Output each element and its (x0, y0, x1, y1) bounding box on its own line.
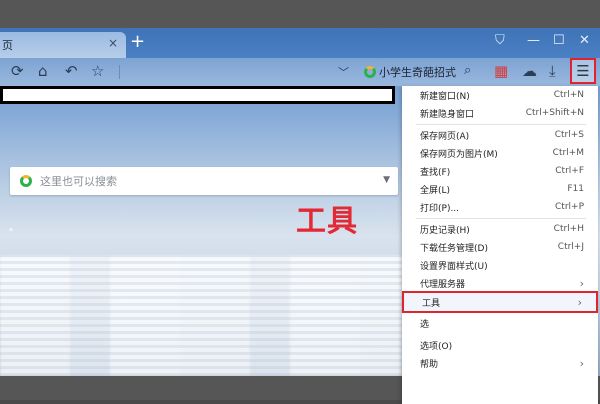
menu-divider (416, 218, 586, 219)
menu-item-options[interactable]: 选项(O) (402, 336, 598, 354)
menu-item-print[interactable]: 打印(P)... Ctrl+P (402, 198, 598, 216)
menu-item-tools[interactable]: 工具 › (402, 291, 598, 313)
tiles-overlay (0, 256, 402, 376)
search-input[interactable]: 这里也可以搜索 (40, 173, 117, 189)
menu-item-shortcut: Ctrl+J (558, 242, 584, 252)
menu-item-label: 历史记录(H) (420, 223, 470, 236)
minimize-button[interactable]: — (527, 34, 540, 48)
menu-item-shortcut: Ctrl+H (554, 224, 584, 234)
search-engine-label: 小学生奇葩招式 (379, 64, 456, 80)
menu-item-label: 全屏(L) (420, 183, 450, 196)
skin-icon[interactable]: ⛉ (495, 34, 505, 48)
browser-main-menu: 新建窗口(N) Ctrl+N 新建隐身窗口 Ctrl+Shift+N 保存网页(… (402, 86, 598, 404)
tab-title: 页 (2, 37, 13, 53)
menu-divider (416, 124, 586, 125)
title-bar: 页 × + ⛉ — ☐ ✕ (0, 28, 600, 58)
search-engine-box[interactable]: 小学生奇葩招式 (360, 61, 460, 83)
chevron-right-icon: › (580, 357, 584, 370)
menu-item-label: 新建隐身窗口 (420, 107, 474, 120)
menu-icon: ☰ (576, 62, 589, 80)
menu-item-shortcut: Ctrl+M (553, 148, 584, 158)
chevron-down-icon[interactable]: ▼ (383, 175, 390, 185)
main-menu-button[interactable]: ☰ (570, 58, 596, 84)
menu-item-new-incognito-window[interactable]: 新建隐身窗口 Ctrl+Shift+N (402, 104, 598, 122)
menu-item-shortcut: Ctrl+F (555, 166, 584, 176)
new-tab-button[interactable]: + (130, 33, 145, 51)
chevron-right-icon: › (578, 296, 582, 309)
refresh-icon[interactable]: ⟳ (11, 62, 24, 80)
home-icon[interactable]: ⌂ (38, 62, 48, 80)
menu-item-proxy[interactable]: 代理服务器 › (402, 274, 598, 292)
menu-item-shortcut: Ctrl+P (555, 202, 584, 212)
menu-item-label: 新建窗口(N) (420, 89, 470, 102)
menu-item-shortcut: F11 (567, 184, 584, 194)
tab-active[interactable]: 页 × (0, 32, 126, 58)
menu-item-find[interactable]: 查找(F) Ctrl+F (402, 162, 598, 180)
menu-item-label: 代理服务器 (420, 277, 465, 290)
menu-item-label: 工具 (422, 296, 440, 309)
undo-icon[interactable]: ↶ (65, 62, 78, 80)
menu-item-label: 设置界面样式(U) (420, 259, 488, 272)
menu-item-label: 选项(O) (420, 339, 452, 352)
menu-item-label: 查找(F) (420, 165, 450, 178)
menu-item-save-as-image[interactable]: 保存网页为图片(M) Ctrl+M (402, 144, 598, 162)
menu-item-label: 保存网页(A) (420, 129, 469, 142)
chevron-right-icon: › (580, 277, 584, 290)
cloud-icon[interactable]: ☁ (522, 62, 537, 80)
toolbar-divider (119, 65, 120, 79)
menu-item-shortcut: Ctrl+N (554, 90, 584, 100)
menu-item-shortcut: Ctrl+S (555, 130, 584, 140)
menu-item-interface-style[interactable]: 设置界面样式(U) (402, 256, 598, 274)
menu-item-label: 帮助 (420, 357, 438, 370)
chevron-down-icon[interactable]: ﹀ (338, 64, 349, 80)
search-engine-logo-icon (364, 66, 376, 78)
page-search-box[interactable]: 这里也可以搜索 ▼ (10, 167, 398, 195)
menu-item-shortcut: Ctrl+Shift+N (526, 108, 584, 118)
menu-item-label: 下载任务管理(D) (420, 241, 488, 254)
menu-item-label: 选 (420, 317, 429, 330)
navigation-toolbar: ⟳ ⌂ ↶ ☆ ﹀ 小学生奇葩招式 ⌕ ▦ ☁ ⤓ (0, 58, 600, 86)
download-icon[interactable]: ⤓ (549, 62, 556, 80)
search-logo-icon (20, 175, 32, 187)
menu-item-new-window[interactable]: 新建窗口(N) Ctrl+N (402, 86, 598, 104)
menu-item-fullscreen[interactable]: 全屏(L) F11 (402, 180, 598, 198)
menu-item-downloads[interactable]: 下载任务管理(D) Ctrl+J (402, 238, 598, 256)
close-window-button[interactable]: ✕ (579, 34, 590, 48)
maximize-button[interactable]: ☐ (553, 34, 565, 48)
search-icon[interactable]: ⌕ (464, 62, 471, 80)
apps-grid-icon[interactable]: ▦ (494, 62, 508, 80)
address-bar[interactable] (0, 86, 395, 104)
favorite-icon[interactable]: ☆ (91, 62, 104, 80)
menu-item-select[interactable]: 选 (402, 314, 598, 332)
watermark: jingyan.baidu.com (449, 366, 560, 380)
chevron-up-icon[interactable]: ˄ (8, 227, 14, 241)
close-tab-icon[interactable]: × (108, 36, 118, 50)
menu-item-label: 打印(P)... (420, 201, 459, 214)
menu-item-save-page[interactable]: 保存网页(A) Ctrl+S (402, 126, 598, 144)
annotation-label: 工具 (296, 206, 358, 238)
menu-item-history[interactable]: 历史记录(H) Ctrl+H (402, 220, 598, 238)
menu-item-label: 保存网页为图片(M) (420, 147, 498, 160)
